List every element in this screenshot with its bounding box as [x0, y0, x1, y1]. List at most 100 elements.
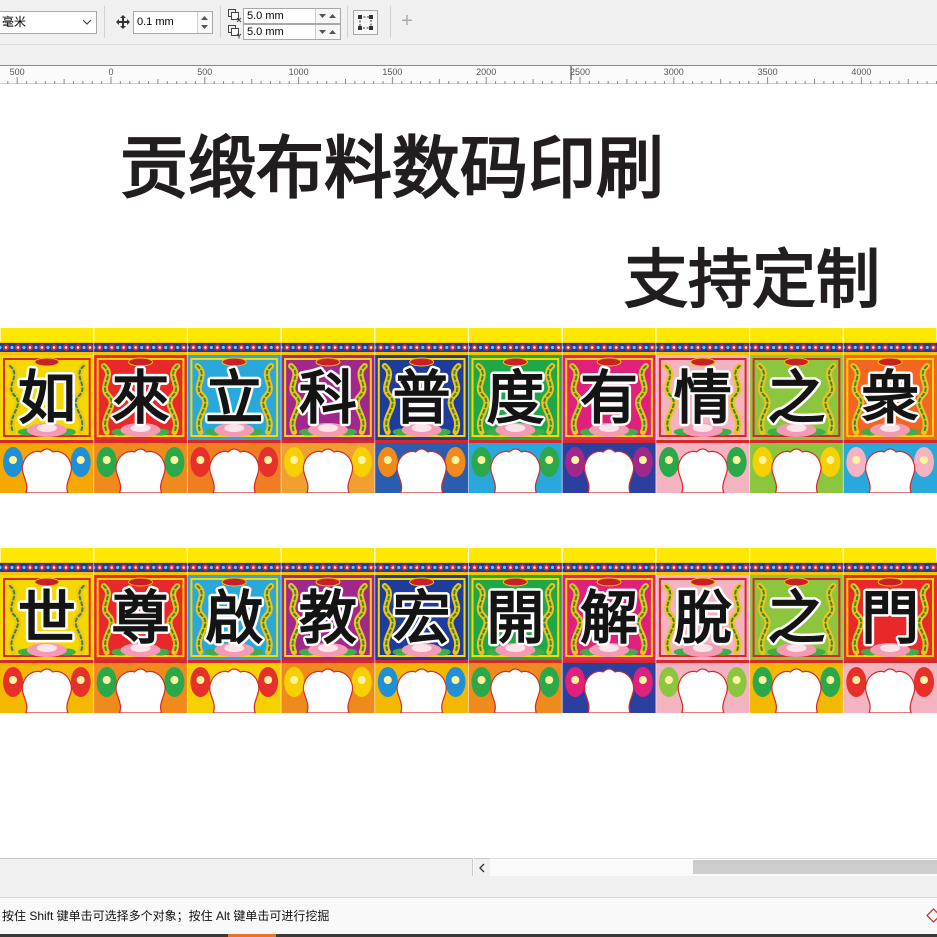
scroll-left-button[interactable] [474, 858, 490, 876]
banner-panel: 脫 [655, 548, 750, 713]
bottom-arch-cutout [115, 448, 166, 493]
banner-ornament-band [374, 342, 469, 355]
spinner-arrows-icon [319, 14, 336, 18]
banner-char: 開 [486, 584, 544, 652]
fill-indicator-icon[interactable] [926, 908, 937, 923]
banner-panel: 科 [280, 328, 375, 493]
ruler-label: 1000 [289, 67, 309, 77]
banner-strip[interactable]: 世尊啟教宏開解脫之門 [0, 548, 937, 713]
ruler-label: 500 [197, 67, 212, 77]
banner-bottom-piece [281, 440, 375, 493]
banner-ornament-band [187, 342, 282, 355]
banner-ornament-band [93, 562, 188, 575]
banner-ornament-band [562, 342, 656, 355]
banner-bottom-piece [93, 440, 188, 493]
page-navigator[interactable] [0, 858, 473, 876]
banner-panel: 尊 [93, 548, 188, 713]
banner-bottom-piece [0, 440, 94, 493]
banner-ornament-band [468, 562, 563, 575]
duplicate-distance-y-value: 5.0 mm [247, 26, 284, 38]
bottom-arch-cutout [209, 668, 260, 713]
bounding-box-icon [358, 15, 373, 30]
banner-top-tab [0, 328, 94, 342]
duplicate-distance-x-field[interactable]: 5.0 mm [243, 8, 341, 24]
bottom-arch-cutout [583, 668, 635, 713]
banner-char: 教 [299, 584, 357, 652]
units-dropdown[interactable]: 毫米 [0, 11, 97, 34]
banner-bottom-piece [655, 660, 750, 713]
banner-top-tab [656, 328, 749, 342]
subheadline-text-object[interactable]: 支持定制 [624, 246, 880, 316]
banner-char: 來 [112, 364, 170, 432]
duplicate-y-spinner[interactable] [315, 25, 340, 39]
bottom-arch-cutout [21, 668, 73, 713]
banner-top-tab [281, 328, 375, 342]
toolbar-separator [104, 6, 105, 38]
add-button[interactable]: + [399, 8, 415, 34]
banner-char: 之 [767, 364, 825, 432]
banner-bottom-piece [749, 660, 844, 713]
banner-bottom-piece [749, 440, 844, 493]
banner-char: 世 [18, 584, 76, 652]
page-frame-button[interactable] [353, 10, 378, 35]
status-bar: 按住 Shift 键单击可选择多个对象；按住 Alt 键单击可进行挖掘 [0, 897, 937, 934]
bottom-arch-cutout [864, 668, 916, 713]
banner-top-tab [750, 328, 843, 342]
ruler-label: 4000 [851, 67, 871, 77]
nudge-arrows-icon [116, 15, 130, 29]
banner-panel: 教 [280, 548, 375, 713]
ruler-label: 0 [108, 67, 113, 77]
horizontal-scroll-thumb[interactable] [693, 860, 937, 874]
banner-top-tab [750, 548, 843, 562]
nudge-distance-field[interactable]: 0.1 mm [133, 11, 213, 34]
banner-panel: 普 [374, 328, 469, 493]
banner-top-tab [469, 328, 562, 342]
banner-bottom-piece [374, 440, 469, 493]
banner-panel: 立 [186, 328, 282, 493]
bottom-arch-cutout [771, 668, 822, 713]
banner-strip[interactable]: 如來立科普度有情之衆 [0, 328, 937, 493]
banner-top-tab [843, 328, 937, 342]
banner-panel: 世 [0, 548, 94, 713]
banner-panel: 之 [749, 328, 844, 493]
bottom-arch-cutout [396, 668, 447, 713]
banner-char: 尊 [112, 584, 170, 652]
duplicate-distance-y-field[interactable]: 5.0 mm [243, 24, 341, 40]
banner-char: 解 [580, 584, 638, 652]
toolbar-separator [220, 6, 221, 38]
bottom-arch-cutout [771, 448, 822, 493]
duplicate-x-spinner[interactable] [315, 9, 340, 23]
banner-bottom-piece [187, 440, 282, 493]
bottom-arch-cutout [396, 448, 447, 493]
banner-char: 普 [393, 364, 451, 432]
banner-ornament-band [655, 342, 750, 355]
nudge-spinner[interactable] [197, 12, 212, 33]
banner-top-tab [188, 548, 281, 562]
document-tab-area [0, 45, 937, 65]
bottom-arch-cutout [209, 448, 260, 493]
bottom-arch-cutout [490, 448, 541, 493]
ruler-scale: 500 0 500 1000 1500 2000 2500 3000 3500 4000 [7, 66, 937, 84]
horizontal-ruler[interactable]: 500 0 500 1000 1500 2000 2500 3000 3500 4000 [0, 66, 937, 84]
bottom-arch-cutout [115, 668, 166, 713]
ruler-label: 3500 [758, 67, 778, 77]
units-dropdown-value: 毫米 [2, 15, 27, 29]
spinner-arrows-icon [201, 16, 208, 29]
bottom-arch-cutout [21, 448, 73, 493]
headline-text-object[interactable]: 贡缎布料数码印刷 [120, 134, 664, 206]
banner-char: 脫 [674, 584, 733, 652]
banner-bottom-piece [843, 440, 937, 493]
banner-ornament-band [187, 562, 282, 575]
banner-bottom-piece [468, 440, 563, 493]
bottom-arch-cutout [490, 668, 541, 713]
bottom-arch-cutout [677, 448, 728, 493]
bottom-arch-cutout [864, 448, 916, 493]
banner-top-tab [469, 548, 562, 562]
banner-ornament-band [468, 342, 563, 355]
banner-char: 啟 [205, 584, 263, 652]
banner-top-tab [375, 548, 468, 562]
duplicate-y-icon [228, 25, 242, 39]
banner-char: 立 [205, 364, 263, 432]
banner-char: 科 [299, 364, 357, 432]
banner-char: 宏 [393, 584, 451, 652]
